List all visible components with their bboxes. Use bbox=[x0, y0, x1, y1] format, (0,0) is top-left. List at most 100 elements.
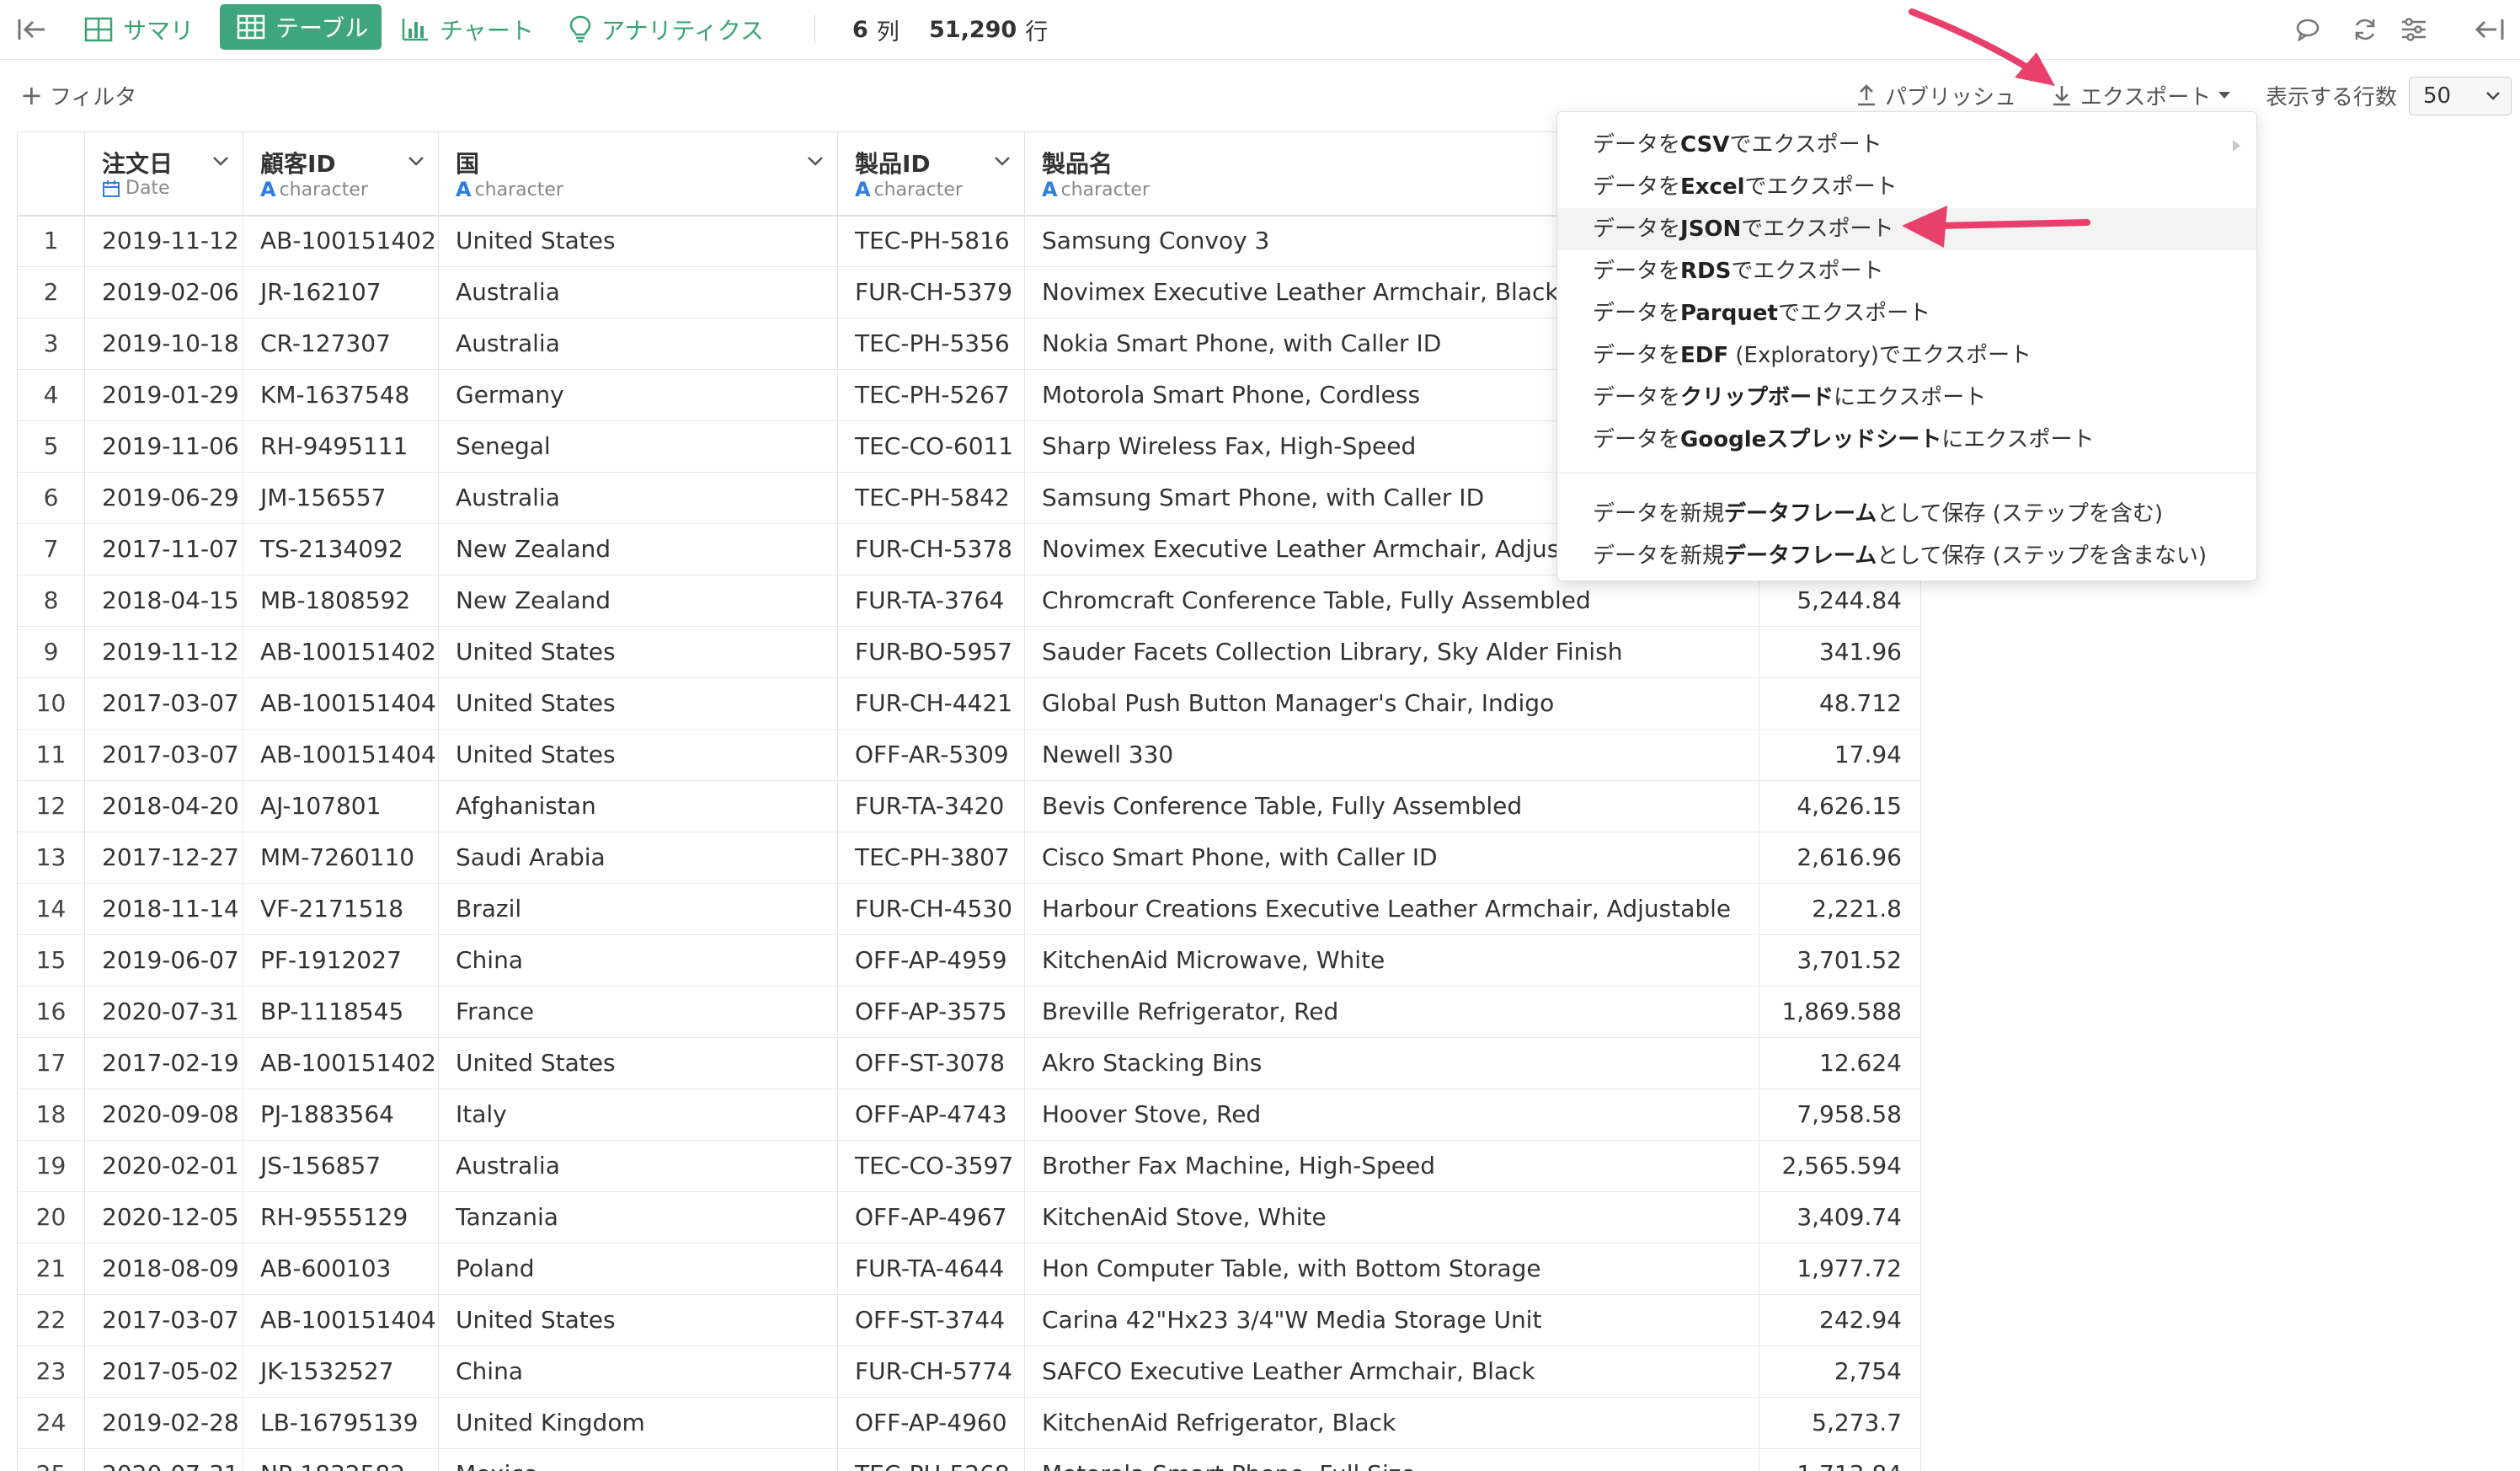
cell-customer-id: AB-600103 bbox=[243, 1244, 439, 1294]
cell-order-date: 2017-05-02 bbox=[85, 1346, 243, 1397]
column-header-product-id[interactable]: 製品ID A character bbox=[838, 132, 1025, 215]
lightbulb-icon bbox=[569, 15, 591, 44]
cell-country: Saudi Arabia bbox=[439, 832, 838, 883]
cell-country: Italy bbox=[439, 1089, 838, 1140]
add-filter-button[interactable]: + フィルタ bbox=[20, 76, 136, 115]
column-menu-chevron-icon[interactable] bbox=[211, 151, 231, 171]
toolbar-divider bbox=[814, 15, 815, 44]
publish-button[interactable]: パブリッシュ bbox=[1856, 76, 2016, 115]
menu-item-format: CSV bbox=[1680, 132, 1730, 158]
tab-summary[interactable]: サマリ bbox=[84, 0, 194, 59]
cell-product-name: Sauder Facets Collection Library, Sky Al… bbox=[1025, 627, 1759, 677]
cell-product-name: Breville Refrigerator, Red bbox=[1025, 987, 1759, 1037]
column-type-label: character bbox=[873, 179, 963, 201]
cell-product-id: OFF-AP-4743 bbox=[838, 1089, 1025, 1140]
tab-table[interactable]: テーブル bbox=[220, 4, 382, 50]
cell-product-name: KitchenAid Stove, White bbox=[1025, 1192, 1759, 1243]
tab-chart[interactable]: チャート bbox=[401, 0, 534, 59]
cell-customer-id: BP-1118545 bbox=[243, 987, 439, 1037]
table-row: 8 2018-04-15 MB-1808592 New Zealand FUR-TA-3… bbox=[18, 575, 1921, 627]
menu-item-format: RDS bbox=[1680, 259, 1732, 284]
column-count-value: 6 bbox=[852, 16, 868, 43]
menu-item-prefix: データを bbox=[1593, 217, 1681, 242]
menu-item-prefix: データを bbox=[1593, 259, 1681, 284]
menu-item-format: Googleスプレッドシート bbox=[1680, 427, 1942, 452]
export-menu-item[interactable]: データをJSONでエクスポート bbox=[1557, 208, 2256, 250]
cell-customer-id: TS-2134092 bbox=[243, 524, 439, 575]
column-header-order-date[interactable]: 注文日 Date bbox=[85, 132, 243, 215]
column-header-country[interactable]: 国 A character bbox=[439, 132, 838, 215]
export-menu-item[interactable]: データをクリップボードにエクスポート bbox=[1557, 377, 2256, 419]
cell-sales: 5,273.7 bbox=[1759, 1398, 1921, 1448]
cell-sales: 48.712 bbox=[1759, 678, 1921, 729]
cell-product-name: Carina 42"Hx23 3/4"W Media Storage Unit bbox=[1025, 1295, 1759, 1345]
add-filter-label: フィルタ bbox=[49, 84, 137, 110]
collapse-left-icon[interactable] bbox=[15, 13, 49, 46]
rows-to-display-select[interactable]: 50 bbox=[2409, 77, 2512, 115]
settings-sliders-icon[interactable] bbox=[2397, 13, 2431, 46]
row-index: 23 bbox=[18, 1346, 85, 1397]
row-index: 21 bbox=[18, 1244, 85, 1294]
menu-item-prefix: データを bbox=[1593, 174, 1681, 200]
table-row: 11 2017-03-07 AB-100151404 United States OFF… bbox=[18, 730, 1921, 781]
cell-sales: 2,221.8 bbox=[1759, 884, 1921, 934]
export-menu-item[interactable]: データをRDSでエクスポート bbox=[1557, 250, 2256, 292]
cell-customer-id: AB-100151402 bbox=[243, 216, 439, 266]
cell-sales: 12.624 bbox=[1759, 1038, 1921, 1089]
cell-product-id: TEC-PH-5356 bbox=[838, 318, 1025, 369]
column-count: 6 列 bbox=[852, 0, 900, 59]
column-header-customer-id[interactable]: 顧客ID A character bbox=[243, 132, 439, 215]
cell-country: United States bbox=[439, 1038, 838, 1089]
menu-item-suffix: でエクスポート bbox=[1731, 259, 1884, 284]
table-row: 12 2018-04-20 AJ-107801 Afghanistan FUR-TA-3… bbox=[18, 781, 1921, 832]
cell-customer-id: CR-127307 bbox=[243, 318, 439, 369]
menu-item-prefix: データを bbox=[1593, 427, 1681, 452]
collapse-right-icon[interactable] bbox=[2473, 13, 2507, 46]
column-type: A character bbox=[1042, 178, 1150, 201]
menu-item-suffix: (Exploratory)でエクスポート bbox=[1728, 343, 2032, 368]
column-menu-chevron-icon[interactable] bbox=[406, 151, 426, 171]
cell-customer-id: PF-1912027 bbox=[243, 935, 439, 986]
cell-product-id: OFF-AP-4959 bbox=[838, 935, 1025, 986]
cell-product-id: OFF-ST-3078 bbox=[838, 1038, 1025, 1089]
export-menu-item[interactable]: データをParquetでエクスポート bbox=[1557, 292, 2256, 334]
export-menu-item[interactable]: データをEDF (Exploratory)でエクスポート bbox=[1557, 334, 2256, 377]
cell-order-date: 2017-03-07 bbox=[85, 678, 243, 729]
cell-country: Germany bbox=[439, 370, 838, 420]
cell-order-date: 2019-01-29 bbox=[85, 370, 243, 420]
tab-analytics[interactable]: アナリティクス bbox=[569, 0, 764, 59]
cell-sales: 1,869.588 bbox=[1759, 987, 1921, 1037]
cell-product-name: Motorola Smart Phone, Full Size bbox=[1025, 1449, 1759, 1471]
cell-customer-id: RH-9555129 bbox=[243, 1192, 439, 1243]
column-menu-chevron-icon[interactable] bbox=[992, 151, 1012, 171]
row-count-unit: 行 bbox=[1025, 19, 1049, 45]
export-menu-item[interactable]: データをCSVでエクスポート bbox=[1557, 124, 2256, 166]
character-type-icon: A bbox=[855, 178, 871, 201]
menu-item-format: EDF bbox=[1680, 343, 1729, 368]
export-menu-item[interactable]: データを新規データフレームとして保存 (ステップを含む) bbox=[1557, 493, 2256, 535]
cell-order-date: 2019-10-18 bbox=[85, 318, 243, 369]
column-menu-chevron-icon[interactable] bbox=[805, 151, 825, 171]
menu-item-prefix: データを bbox=[1593, 385, 1681, 410]
column-type: Date bbox=[102, 178, 170, 199]
comment-icon[interactable] bbox=[2291, 13, 2325, 46]
export-menu-item[interactable]: データをGoogleスプレッドシートにエクスポート bbox=[1557, 419, 2256, 461]
refresh-icon[interactable] bbox=[2348, 13, 2382, 46]
rows-to-display-value: 50 bbox=[2423, 83, 2452, 109]
column-type: A character bbox=[456, 178, 563, 201]
cell-sales: 3,409.74 bbox=[1759, 1192, 1921, 1243]
export-button[interactable]: エクスポート bbox=[2052, 76, 2231, 115]
cell-product-id: FUR-CH-5774 bbox=[838, 1346, 1025, 1397]
cell-sales: 17.94 bbox=[1759, 730, 1921, 780]
export-menu-item[interactable]: データを新規データフレームとして保存 (ステップを含まない) bbox=[1557, 535, 2256, 577]
cell-sales: 4,626.15 bbox=[1759, 781, 1921, 832]
cell-order-date: 2019-06-29 bbox=[85, 473, 243, 523]
cell-country: United States bbox=[439, 216, 838, 266]
export-menu-item[interactable]: データをExcelでエクスポート bbox=[1557, 166, 2256, 208]
cell-product-id: OFF-AP-3575 bbox=[838, 987, 1025, 1037]
row-index: 15 bbox=[18, 935, 85, 986]
menu-item-suffix: にエクスポート bbox=[1941, 427, 2095, 452]
cell-product-name: Hoover Stove, Red bbox=[1025, 1089, 1759, 1140]
cell-order-date: 2017-03-07 bbox=[85, 1295, 243, 1345]
cell-sales: 2,754 bbox=[1759, 1346, 1921, 1397]
